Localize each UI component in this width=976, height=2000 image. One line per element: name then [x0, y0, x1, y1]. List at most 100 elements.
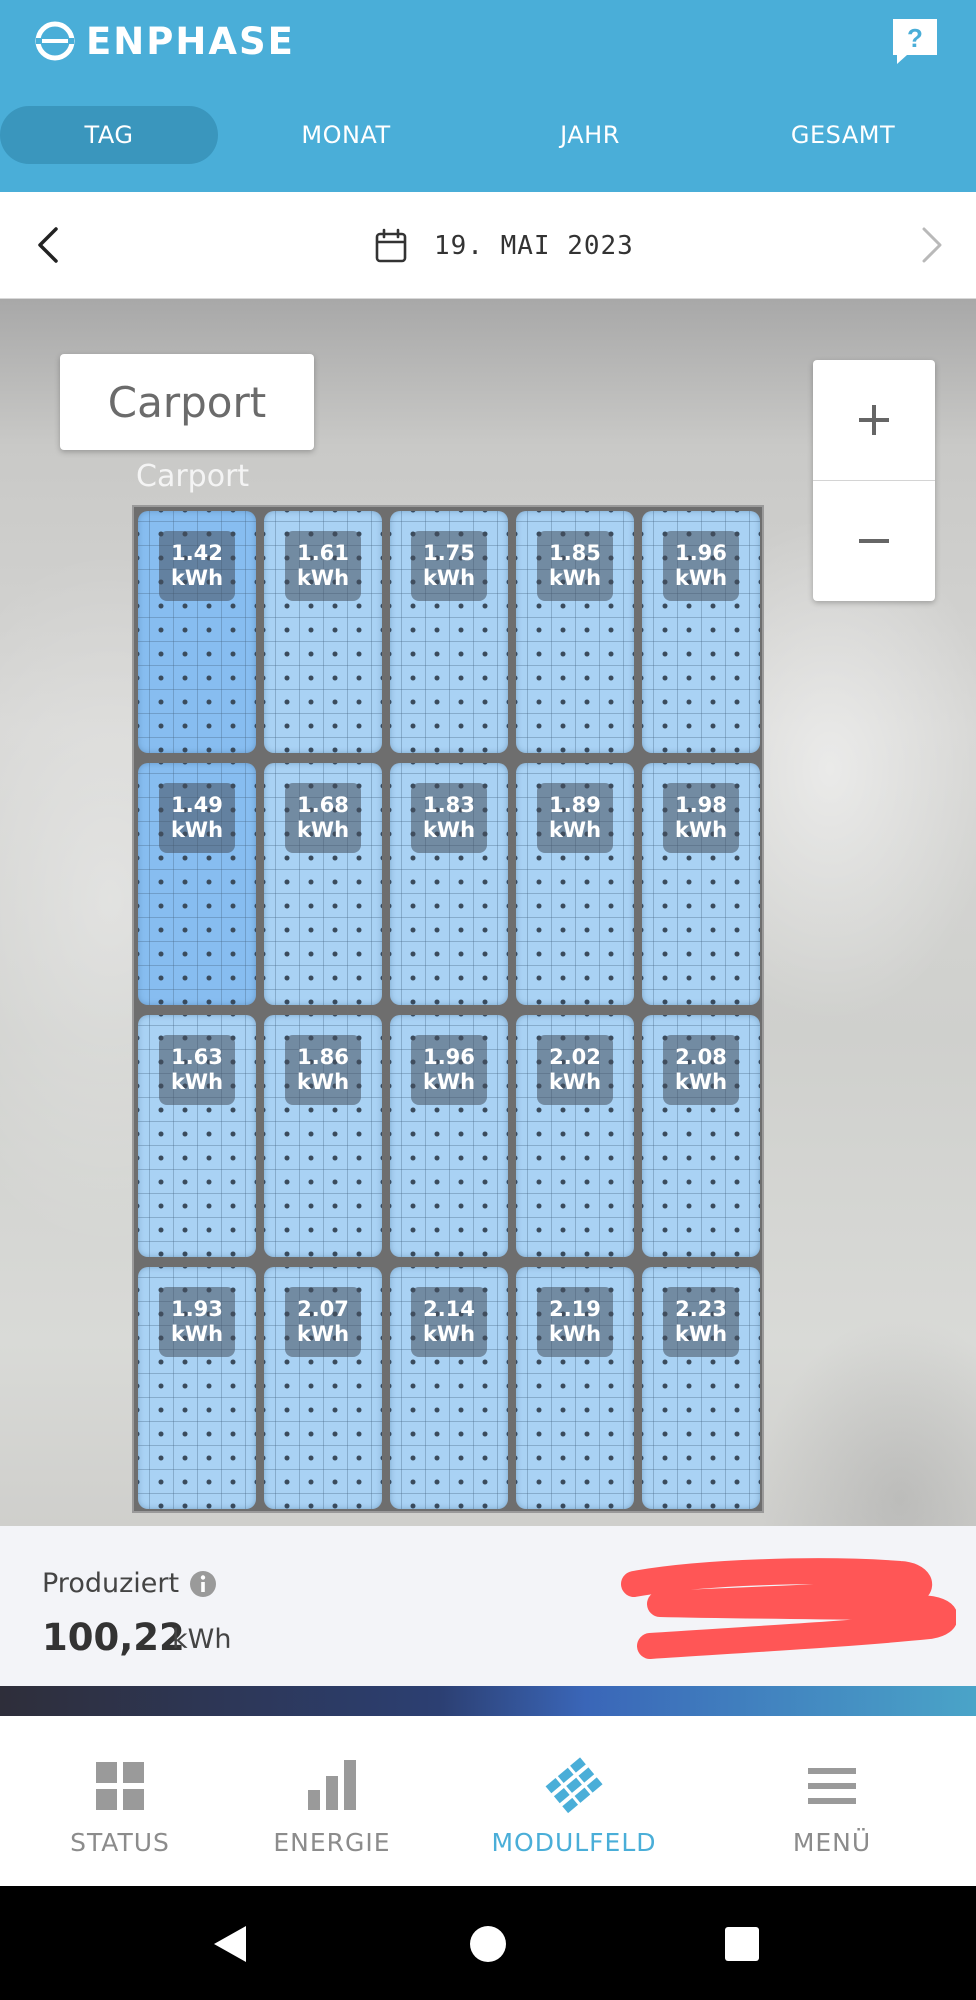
panel-energy-value: 1.89 — [549, 793, 601, 817]
energy-bars-icon — [308, 1760, 356, 1810]
panel-energy-badge: 2.23 kWh — [663, 1287, 739, 1357]
panel-energy-badge: 1.75 kWh — [411, 531, 487, 601]
tab-label: JAHR — [560, 121, 620, 149]
panel-energy-value: 1.42 — [171, 541, 223, 565]
panel-energy-unit: kWh — [422, 1070, 476, 1094]
module-array-icon — [545, 1757, 603, 1814]
solar-panel[interactable]: 1.85 kWh — [516, 511, 634, 753]
help-button[interactable]: ? — [889, 15, 941, 67]
produced-unit: kWh — [172, 1624, 232, 1655]
nav-menu[interactable]: MENÜ — [762, 1716, 902, 1886]
array-name: Carport — [136, 459, 250, 494]
solar-panel[interactable]: 1.63 kWh — [138, 1015, 256, 1257]
produced-label: Produziert — [42, 1568, 180, 1599]
tab-jahr[interactable]: JAHR — [490, 106, 690, 164]
tab-label: TAG — [84, 121, 134, 149]
bottom-navigation: STATUS ENERGIE MODULFELD MENÜ — [0, 1716, 976, 1886]
panel-energy-unit: kWh — [170, 818, 224, 842]
panel-energy-unit: kWh — [548, 818, 602, 842]
nav-label: ENERGIE — [273, 1828, 391, 1857]
panel-energy-value: 1.86 — [297, 1045, 349, 1069]
panel-energy-value: 1.49 — [171, 793, 223, 817]
panel-energy-value: 2.14 — [423, 1297, 475, 1321]
panel-energy-unit: kWh — [674, 1070, 728, 1094]
zoom-in-button[interactable] — [813, 360, 935, 480]
panel-energy-value: 1.68 — [297, 793, 349, 817]
panel-energy-unit: kWh — [422, 1322, 476, 1346]
solar-panel[interactable]: 1.42 kWh — [138, 511, 256, 753]
solar-panel[interactable]: 2.02 kWh — [516, 1015, 634, 1257]
solar-panel[interactable]: 1.98 kWh — [642, 763, 760, 1005]
panel-energy-value: 2.07 — [297, 1297, 349, 1321]
tab-gesamt[interactable]: GESAMT — [743, 106, 943, 164]
panel-energy-unit: kWh — [548, 566, 602, 590]
redaction-scribble — [621, 1558, 956, 1659]
panel-energy-badge: 1.49 kWh — [159, 783, 235, 853]
panel-energy-value: 1.98 — [675, 793, 727, 817]
solar-panel[interactable]: 2.19 kWh — [516, 1267, 634, 1509]
panel-energy-value: 1.96 — [675, 541, 727, 565]
produced-value: 100,22 — [42, 1616, 185, 1659]
info-icon[interactable] — [189, 1570, 217, 1598]
panel-energy-unit: kWh — [422, 566, 476, 590]
nav-status[interactable]: STATUS — [50, 1716, 190, 1886]
period-tabs: TAG MONAT JAHR GESAMT — [0, 106, 976, 164]
chevron-right-icon — [922, 227, 942, 263]
solar-panel[interactable]: 1.49 kWh — [138, 763, 256, 1005]
panel-energy-badge: 1.63 kWh — [159, 1035, 235, 1105]
panel-energy-value: 2.02 — [549, 1045, 601, 1069]
panel-energy-badge: 1.98 kWh — [663, 783, 739, 853]
next-day-button[interactable] — [910, 222, 950, 268]
tab-tag[interactable]: TAG — [0, 106, 218, 164]
panel-energy-value: 1.96 — [423, 1045, 475, 1069]
recents-square-icon — [725, 1927, 759, 1961]
panel-energy-badge: 2.02 kWh — [537, 1035, 613, 1105]
solar-panel[interactable]: 1.96 kWh — [642, 511, 760, 753]
panel-energy-value: 1.93 — [171, 1297, 223, 1321]
solar-panel[interactable]: 1.89 kWh — [516, 763, 634, 1005]
panel-energy-badge: 1.96 kWh — [663, 531, 739, 601]
module-map[interactable]: Carport Carport 1.42 kWh 1.61 kWh 1.75 kWh … — [0, 299, 976, 1526]
system-navigation-bar — [0, 1886, 976, 2000]
solar-panel[interactable]: 1.93 kWh — [138, 1267, 256, 1509]
panel-energy-badge: 1.68 kWh — [285, 783, 361, 853]
solar-panel[interactable]: 1.83 kWh — [390, 763, 508, 1005]
panel-energy-badge: 2.19 kWh — [537, 1287, 613, 1357]
panel-energy-badge: 2.08 kWh — [663, 1035, 739, 1105]
system-home-button[interactable] — [466, 1922, 510, 1966]
date-picker[interactable]: 19. MAI 2023 — [374, 224, 634, 268]
panel-energy-badge: 1.61 kWh — [285, 531, 361, 601]
panel-energy-unit: kWh — [296, 818, 350, 842]
panel-energy-badge: 1.83 kWh — [411, 783, 487, 853]
panel-energy-value: 1.83 — [423, 793, 475, 817]
solar-panel[interactable]: 2.14 kWh — [390, 1267, 508, 1509]
panel-energy-badge: 1.86 kWh — [285, 1035, 361, 1105]
zoom-out-button[interactable] — [813, 481, 935, 601]
gradient-divider — [0, 1686, 976, 1716]
produced-label-row: Produziert — [42, 1568, 217, 1599]
panel-energy-value: 1.85 — [549, 541, 601, 565]
solar-panel[interactable]: 2.07 kWh — [264, 1267, 382, 1509]
system-back-button[interactable] — [208, 1922, 252, 1966]
nav-energie[interactable]: ENERGIE — [262, 1716, 402, 1886]
panel-energy-value: 1.61 — [297, 541, 349, 565]
solar-panel[interactable]: 1.68 kWh — [264, 763, 382, 1005]
panel-energy-badge: 1.85 kWh — [537, 531, 613, 601]
panel-energy-unit: kWh — [548, 1322, 602, 1346]
nav-label: MENÜ — [792, 1828, 872, 1857]
solar-panel[interactable]: 1.86 kWh — [264, 1015, 382, 1257]
system-recents-button[interactable] — [720, 1922, 764, 1966]
previous-day-button[interactable] — [30, 222, 70, 268]
array-label-card[interactable]: Carport — [60, 354, 314, 450]
panel-energy-unit: kWh — [422, 818, 476, 842]
solar-panel[interactable]: 1.96 kWh — [390, 1015, 508, 1257]
solar-panel[interactable]: 1.75 kWh — [390, 511, 508, 753]
solar-panel[interactable]: 1.61 kWh — [264, 511, 382, 753]
solar-panel[interactable]: 2.23 kWh — [642, 1267, 760, 1509]
panel-energy-badge: 1.96 kWh — [411, 1035, 487, 1105]
nav-modulfeld[interactable]: MODULFELD — [484, 1716, 664, 1886]
solar-panel[interactable]: 2.08 kWh — [642, 1015, 760, 1257]
tab-monat[interactable]: MONAT — [246, 106, 446, 164]
nav-label: MODULFELD — [491, 1828, 657, 1857]
help-question-icon: ? — [893, 19, 937, 64]
